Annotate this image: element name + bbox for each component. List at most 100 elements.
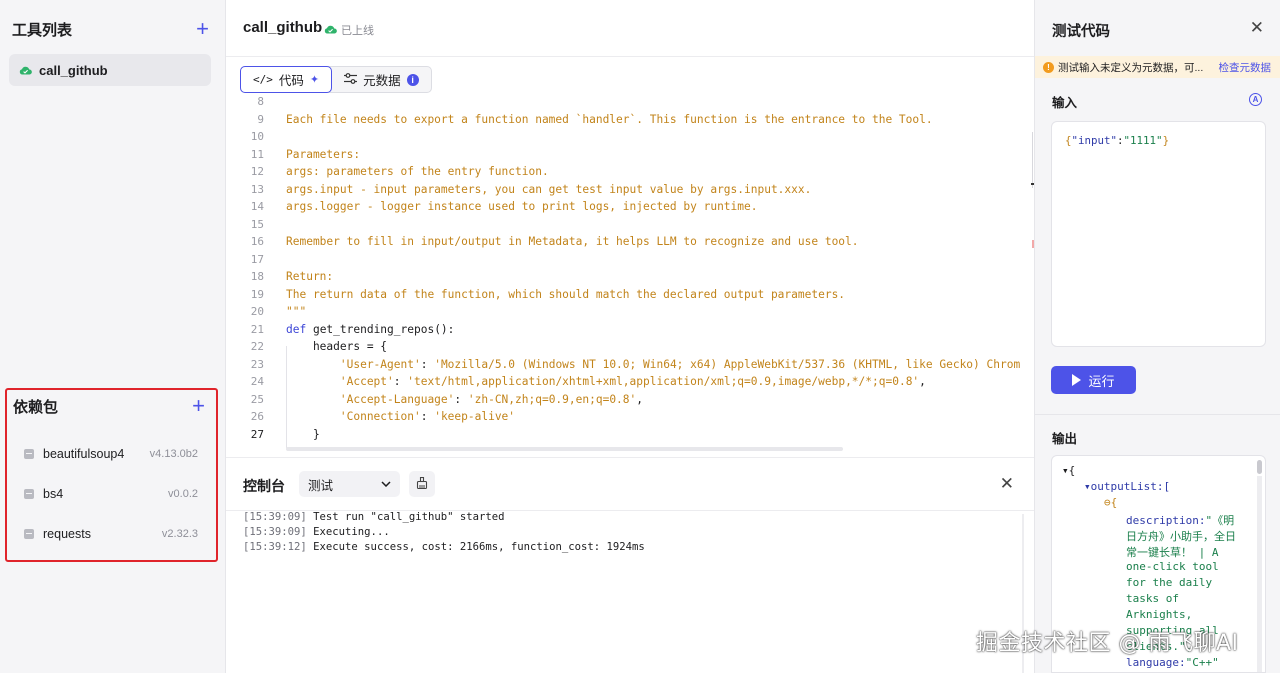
output-line: one-click tool (1126, 560, 1219, 573)
code-text: Remember to fill in input/output in Meta… (286, 235, 859, 249)
code-line: 20 """ (226, 303, 1034, 321)
test-input-editor[interactable]: {"input":"1111"} (1051, 121, 1266, 347)
code-line: 21 def get_trending_repos(): (226, 321, 1034, 339)
code-line: 26 'Connection': 'keep-alive' (226, 408, 1034, 426)
deps-title: 依赖包 (13, 398, 59, 416)
clear-console-button[interactable] (409, 471, 435, 497)
main-editor-area: call_github 已上线 </> 代码 ✦ 元数据 i 8 9 Each … (226, 0, 1034, 673)
code-text: Parameters: (286, 147, 361, 161)
watermark: 掘金技术社区 @ 雨飞聊AI (976, 631, 1239, 656)
code-line: 8 (226, 97, 1034, 111)
output-line: ▾{ (1062, 464, 1076, 477)
dependency-item[interactable]: beautifulsoup4 v4.13.0b2 (24, 444, 198, 464)
output-line: 日方舟》小助手，全日 (1126, 530, 1236, 543)
environment-value: 测试 (308, 478, 334, 493)
tab-metadata-label: 元数据 (363, 74, 401, 88)
left-sidebar: 工具列表 + call_github 依赖包 + beautifulsoup4 … (0, 0, 226, 673)
line-number: 10 (250, 130, 264, 144)
app-root: 工具列表 + call_github 依赖包 + beautifulsoup4 … (0, 0, 1280, 673)
dependency-version: v4.13.0b2 (149, 448, 198, 460)
code-text: args: parameters of the entry function. (286, 165, 549, 179)
add-tool-button[interactable]: + (196, 18, 209, 40)
line-number: 26 (250, 410, 264, 424)
code-text: headers = { (286, 340, 388, 354)
tab-metadata[interactable]: 元数据 i (332, 67, 431, 92)
dependencies-panel: 依赖包 + beautifulsoup4 v4.13.0b2 bs4 v0.0.… (5, 388, 218, 562)
input-label: 输入 (1052, 96, 1078, 110)
code-line: 9 Each file needs to export a function na… (226, 111, 1034, 129)
code-line: 18 Return: (226, 268, 1034, 286)
line-number: 24 (250, 375, 264, 389)
code-line: 24 'Accept': 'text/html,application/xhtm… (226, 373, 1034, 391)
console-title: 控制台 (243, 478, 285, 494)
output-line: 常一键长草！ | A (1126, 546, 1219, 559)
code-line: 19 The return data of the function, which… (226, 286, 1034, 304)
line-number: 20 (250, 305, 264, 319)
json-key: "input" (1071, 134, 1118, 147)
output-scrollbar-thumb[interactable] (1257, 460, 1262, 474)
dependency-name: requests (43, 527, 91, 541)
code-line: 10 (226, 128, 1034, 146)
close-console-icon[interactable]: ✕ (1000, 474, 1014, 494)
tab-code-label: 代码 (278, 74, 304, 88)
code-line: 16 Remember to fill in input/output in Me… (226, 233, 1034, 251)
minimap-ruler (1032, 132, 1033, 188)
line-number: 27 (250, 427, 264, 441)
ai-generate-icon[interactable]: A (1249, 93, 1262, 106)
info-icon[interactable]: i (406, 73, 419, 86)
tools-title: 工具列表 (12, 21, 73, 39)
status-badge: 已上线 (324, 22, 374, 38)
code-text: 'Connection': 'keep-alive' (286, 410, 516, 424)
code-line: 23 'User-Agent': 'Mozilla/5.0 (Windows N… (226, 356, 1034, 374)
code-line: 27 } (226, 426, 1034, 444)
close-icon[interactable]: ✕ (1250, 18, 1264, 38)
run-label: 运行 (1088, 373, 1115, 389)
chevron-down-icon (381, 479, 391, 490)
log-line: [15:39:09] Test run "call_github" starte… (243, 511, 505, 523)
code-line: 22 headers = { (226, 338, 1034, 356)
code-line: 11 Parameters: (226, 146, 1034, 164)
line-number: 19 (250, 287, 264, 301)
environment-select[interactable]: 测试 (299, 471, 400, 497)
code-text: args.logger - logger instance used to pr… (286, 200, 758, 214)
divider (1035, 414, 1280, 415)
line-number: 12 (250, 165, 264, 179)
output-line: description:"《明 (1126, 514, 1235, 527)
package-icon (24, 489, 34, 499)
add-dependency-button[interactable]: + (192, 395, 205, 417)
code-line: 14 args.logger - logger instance used to … (226, 198, 1034, 216)
sliders-icon (344, 72, 358, 87)
indent-guide (286, 346, 287, 448)
deps-header: 依赖包 + (13, 395, 205, 417)
tool-item-call-github[interactable]: call_github (9, 54, 211, 86)
json-brace: } (1162, 134, 1170, 147)
dependency-item[interactable]: requests v2.32.3 (24, 524, 198, 544)
tab-code[interactable]: </> 代码 ✦ (240, 66, 333, 93)
play-icon (1072, 374, 1082, 386)
cloud-online-icon (324, 24, 337, 37)
status-text: 已上线 (341, 25, 374, 37)
console-header: 控制台 测试 ✕ (226, 457, 1034, 511)
line-number: 9 (257, 112, 264, 126)
line-number: 16 (250, 235, 264, 249)
code-editor[interactable]: 8 9 Each file needs to export a function n… (226, 97, 1034, 453)
horizontal-scrollbar[interactable] (286, 447, 843, 451)
line-number: 18 (250, 270, 264, 284)
tools-header: 工具列表 + (12, 18, 209, 40)
line-number: 23 (250, 357, 264, 371)
code-text: } (286, 427, 320, 441)
editor-header: call_github 已上线 (226, 0, 1034, 57)
code-text: args.input - input parameters, you can g… (286, 182, 812, 196)
warning-icon: ! (1043, 61, 1054, 73)
run-button[interactable]: 运行 (1051, 366, 1136, 394)
output-scrollbar-track[interactable] (1257, 476, 1262, 672)
test-panel-title: 测试代码 (1052, 24, 1110, 40)
tool-title: call_github (243, 19, 323, 36)
check-metadata-link[interactable]: 检查元数据 (1219, 60, 1272, 75)
code-text: """ (286, 305, 307, 319)
json-value: "1111" (1123, 134, 1163, 147)
dependency-item[interactable]: bs4 v0.0.2 (24, 484, 198, 504)
dependency-version: v0.0.2 (168, 488, 198, 500)
code-text: The return data of the function, which s… (286, 287, 846, 301)
output-line: ▾outputList:[ (1084, 480, 1171, 493)
